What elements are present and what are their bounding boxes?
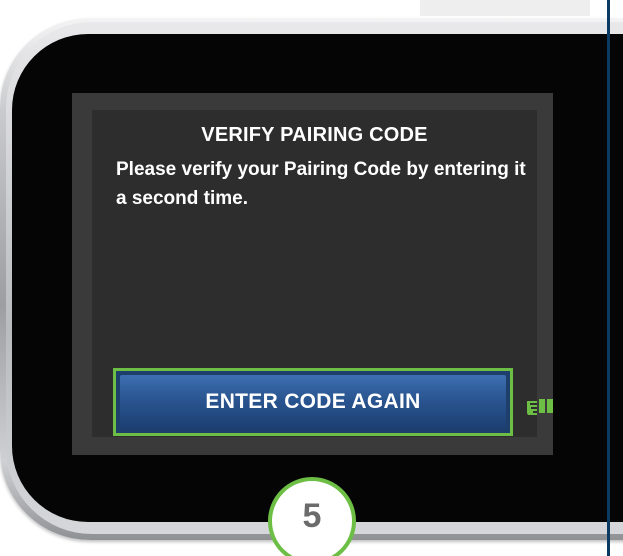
step-number: 5	[302, 497, 322, 535]
illustration-canvas: VERIFY PAIRING CODE Please verify your P…	[0, 0, 623, 556]
top-strip	[420, 0, 590, 16]
dialog-message: Please verify your Pairing Code by enter…	[116, 159, 526, 209]
enter-code-again-button[interactable]: ENTER CODE AGAIN	[113, 368, 513, 436]
dialog-title: VERIFY PAIRING CODE	[201, 124, 428, 146]
tap-hand-icon	[527, 399, 553, 415]
page-divider-line	[607, 0, 610, 556]
step-badge: 5	[268, 477, 356, 556]
enter-code-again-label: ENTER CODE AGAIN	[120, 375, 506, 429]
